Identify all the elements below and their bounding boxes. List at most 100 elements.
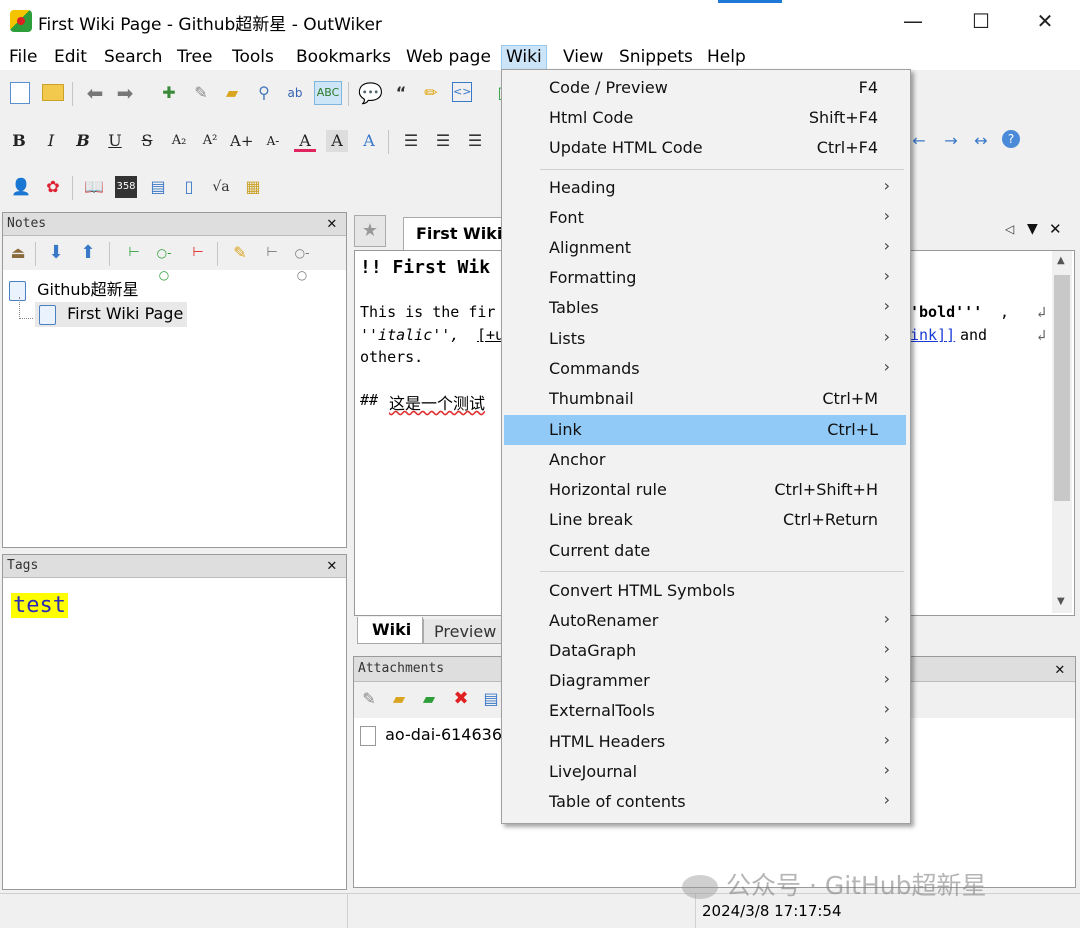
align-right-icon[interactable]: ☰ <box>464 130 486 152</box>
menu-view[interactable]: View <box>559 46 607 69</box>
add-folder-icon[interactable]: ▰ <box>418 688 440 710</box>
menu-item-autorenamer[interactable]: AutoRenamer › <box>504 606 906 636</box>
menu-item-tables[interactable]: Tables › <box>504 293 906 323</box>
edit-properties-icon[interactable]: ✎ <box>229 242 251 264</box>
tab-preview[interactable]: Preview <box>423 619 505 644</box>
paste-icon[interactable]: ▤ <box>480 688 502 710</box>
menu-tools[interactable]: Tools <box>228 46 278 69</box>
stack-icon[interactable]: ▦ <box>242 176 264 198</box>
add-child-icon[interactable]: ⊢ <box>123 242 145 264</box>
attachments-folder-icon[interactable]: ▰ <box>221 82 243 104</box>
scrollbar-thumb[interactable] <box>1054 275 1070 501</box>
tab-left-icon[interactable]: ◁ <box>1005 222 1014 236</box>
menu-item-horizontal-rule[interactable]: Horizontal rule Ctrl+Shift+H <box>504 475 906 505</box>
menu-item-html-headers[interactable]: HTML Headers › <box>504 727 906 757</box>
superscript-icon[interactable]: A² <box>199 130 221 152</box>
menu-item-anchor[interactable]: Anchor <box>504 445 906 475</box>
underline-icon[interactable]: U <box>104 130 126 152</box>
counter-icon[interactable]: 358 <box>115 176 137 198</box>
plugin-icon[interactable]: ✿ <box>42 176 64 198</box>
menu-bookmarks[interactable]: Bookmarks <box>292 46 395 69</box>
document-icon[interactable]: ▯ <box>178 176 200 198</box>
menu-item-commands[interactable]: Commands › <box>504 354 906 384</box>
menu-snippets[interactable]: Snippets <box>615 46 697 69</box>
book-icon[interactable]: 📖 <box>83 176 105 198</box>
add-sibling-icon[interactable]: ○-○ <box>153 242 175 282</box>
close-tab-icon[interactable]: ✕ <box>1049 220 1062 238</box>
attachment-item[interactable]: ao-dai-614636 <box>360 725 502 746</box>
attach-folder-icon[interactable]: ▰ <box>388 688 410 710</box>
tab-wiki[interactable]: Wiki <box>357 617 423 644</box>
attach-clip-icon[interactable]: ✎ <box>190 82 212 104</box>
menu-item-html-code[interactable]: Html Code Shift+F4 <box>504 103 906 133</box>
forward-arrow-icon[interactable]: ➡ <box>114 82 136 104</box>
menu-item-livejournal[interactable]: LiveJournal › <box>504 757 906 787</box>
close-icon[interactable]: ✕ <box>327 555 337 574</box>
collapse-icon[interactable]: ⊢ <box>261 242 283 264</box>
highlighter-icon[interactable]: ✏ <box>420 82 442 104</box>
replace-icon[interactable]: ab <box>284 82 306 104</box>
menu-item-lists[interactable]: Lists › <box>504 324 906 354</box>
attach-clip-icon[interactable]: ✎ <box>358 688 380 710</box>
menu-item-link[interactable]: Link Ctrl+L <box>504 415 906 445</box>
close-icon[interactable]: ✕ <box>327 213 337 232</box>
close-window-button[interactable]: ✕ <box>1022 8 1068 34</box>
bold-icon[interactable]: B <box>8 130 30 152</box>
delete-icon[interactable]: ✖ <box>450 688 472 710</box>
font-smaller-icon[interactable]: A- <box>262 130 284 152</box>
subscript-icon[interactable]: A₂ <box>168 130 190 152</box>
tree-item-selected[interactable]: First Wiki Page <box>35 302 188 327</box>
scroll-down-icon[interactable]: ▼ <box>1057 596 1065 607</box>
image-page-icon[interactable]: ▤ <box>147 176 169 198</box>
arrow-left-icon[interactable]: ← <box>908 130 930 152</box>
menu-item-current-date[interactable]: Current date <box>504 536 906 566</box>
comment-bubble-icon[interactable]: 💬 <box>358 82 383 104</box>
move-up-icon[interactable]: ⬆ <box>77 242 99 264</box>
help-icon[interactable]: ? <box>1002 130 1020 148</box>
menu-item-code-preview[interactable]: Code / Preview F4 <box>504 73 906 103</box>
menu-wiki[interactable]: Wiki <box>501 45 547 70</box>
menu-item-externaltools[interactable]: ExternalTools › <box>504 696 906 726</box>
menu-item-datagraph[interactable]: DataGraph › <box>504 636 906 666</box>
font-larger-icon[interactable]: A+ <box>230 130 253 152</box>
tag-test[interactable]: test <box>11 593 68 618</box>
menu-item-heading[interactable]: Heading › <box>504 173 906 203</box>
bold-italic-icon[interactable]: B <box>72 130 94 152</box>
maximize-button[interactable]: ☐ <box>958 8 1004 34</box>
code-block-icon[interactable]: <> <box>452 82 472 102</box>
tab-menu-icon[interactable]: ▼ <box>1027 221 1038 237</box>
menu-item-diagrammer[interactable]: Diagrammer › <box>504 666 906 696</box>
arrow-right-icon[interactable]: → <box>940 130 962 152</box>
tree-item-root[interactable]: Github超新星 <box>9 276 139 301</box>
clear-format-icon[interactable]: A <box>358 130 380 152</box>
menu-item-font[interactable]: Font › <box>504 203 906 233</box>
background-color-icon[interactable]: A <box>326 130 348 152</box>
italic-icon[interactable]: I <box>40 130 62 152</box>
move-down-icon[interactable]: ⬇ <box>45 242 67 264</box>
menu-item-line-break[interactable]: Line break Ctrl+Return <box>504 505 906 535</box>
menu-help[interactable]: Help <box>703 46 750 69</box>
back-arrow-icon[interactable]: ⬅ <box>84 82 106 104</box>
menu-item-convert-html-symbols[interactable]: Convert HTML Symbols <box>504 576 906 606</box>
close-icon[interactable]: ✕ <box>1055 659 1065 678</box>
new-page-icon[interactable] <box>10 82 30 104</box>
arrow-both-icon[interactable]: ↔ <box>970 130 992 152</box>
expand-icon[interactable]: ○-○ <box>291 242 313 282</box>
menu-file[interactable]: File <box>5 46 41 69</box>
menu-item-table-of-contents[interactable]: Table of contents › <box>504 787 906 817</box>
text-color-icon[interactable]: A <box>294 130 316 152</box>
align-left-icon[interactable]: ☰ <box>400 130 422 152</box>
menu-web-page[interactable]: Web page <box>402 46 495 69</box>
open-folder-icon[interactable] <box>42 84 64 101</box>
star-icon[interactable]: ★ <box>354 215 386 247</box>
home-up-icon[interactable]: ⏏ <box>7 242 29 264</box>
menu-search[interactable]: Search <box>100 46 166 69</box>
search-icon[interactable]: ⚲ <box>253 82 275 104</box>
menu-item-alignment[interactable]: Alignment › <box>504 233 906 263</box>
add-bookmark-icon[interactable]: ✚ <box>158 82 180 104</box>
formula-icon[interactable]: √a <box>210 176 232 198</box>
minimize-button[interactable]: — <box>890 8 936 34</box>
menu-item-update-html-code[interactable]: Update HTML Code Ctrl+F4 <box>504 133 906 163</box>
user-icon[interactable]: 👤 <box>10 176 32 198</box>
strikethrough-icon[interactable]: S <box>136 130 158 152</box>
